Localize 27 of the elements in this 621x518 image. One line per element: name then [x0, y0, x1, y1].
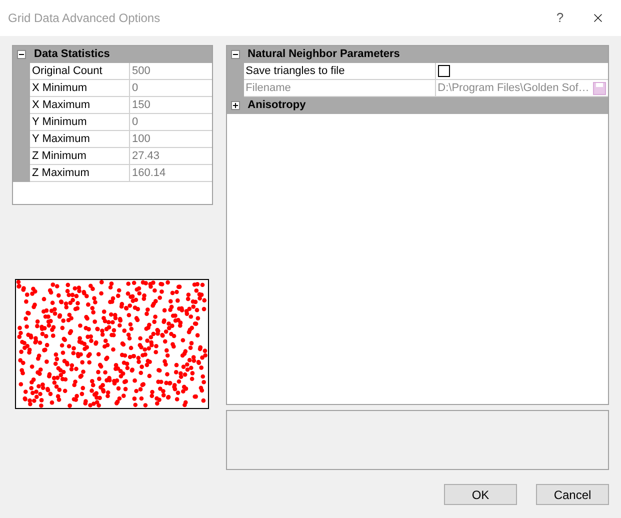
- help-button[interactable]: ?: [545, 8, 575, 28]
- property-name: Y Maximum: [30, 131, 130, 148]
- property-value: 0: [130, 80, 212, 97]
- ok-button[interactable]: OK: [444, 484, 517, 505]
- property-value: 160.14: [130, 165, 212, 182]
- property-value: 100: [130, 131, 212, 148]
- property-name: X Minimum: [30, 80, 130, 97]
- window-title: Grid Data Advanced Options: [8, 10, 162, 27]
- section-title: Data Statistics: [34, 47, 110, 62]
- property-name: Y Minimum: [30, 114, 130, 131]
- collapse-icon[interactable]: [230, 50, 240, 59]
- category-title: Anisotropy: [248, 98, 306, 114]
- checkbox[interactable]: [438, 65, 450, 77]
- expand-icon[interactable]: [230, 101, 240, 110]
- cancel-button[interactable]: Cancel: [536, 484, 609, 505]
- property-name: X Maximum: [30, 97, 130, 114]
- property-value: D:\Program Files\Golden Sof…: [438, 80, 590, 96]
- property-value: 150: [130, 97, 212, 114]
- property-name: Original Count: [30, 63, 130, 80]
- property-name: Z Maximum: [30, 165, 130, 182]
- property-name: Save triangles to file: [244, 63, 436, 80]
- property-value: 27.43: [130, 148, 212, 165]
- category-title: Natural Neighbor Parameters: [248, 47, 400, 62]
- property-name: Z Minimum: [30, 148, 130, 165]
- property-value: 500: [130, 63, 212, 80]
- property-value: 0: [130, 114, 212, 131]
- collapse-icon[interactable]: [17, 50, 26, 59]
